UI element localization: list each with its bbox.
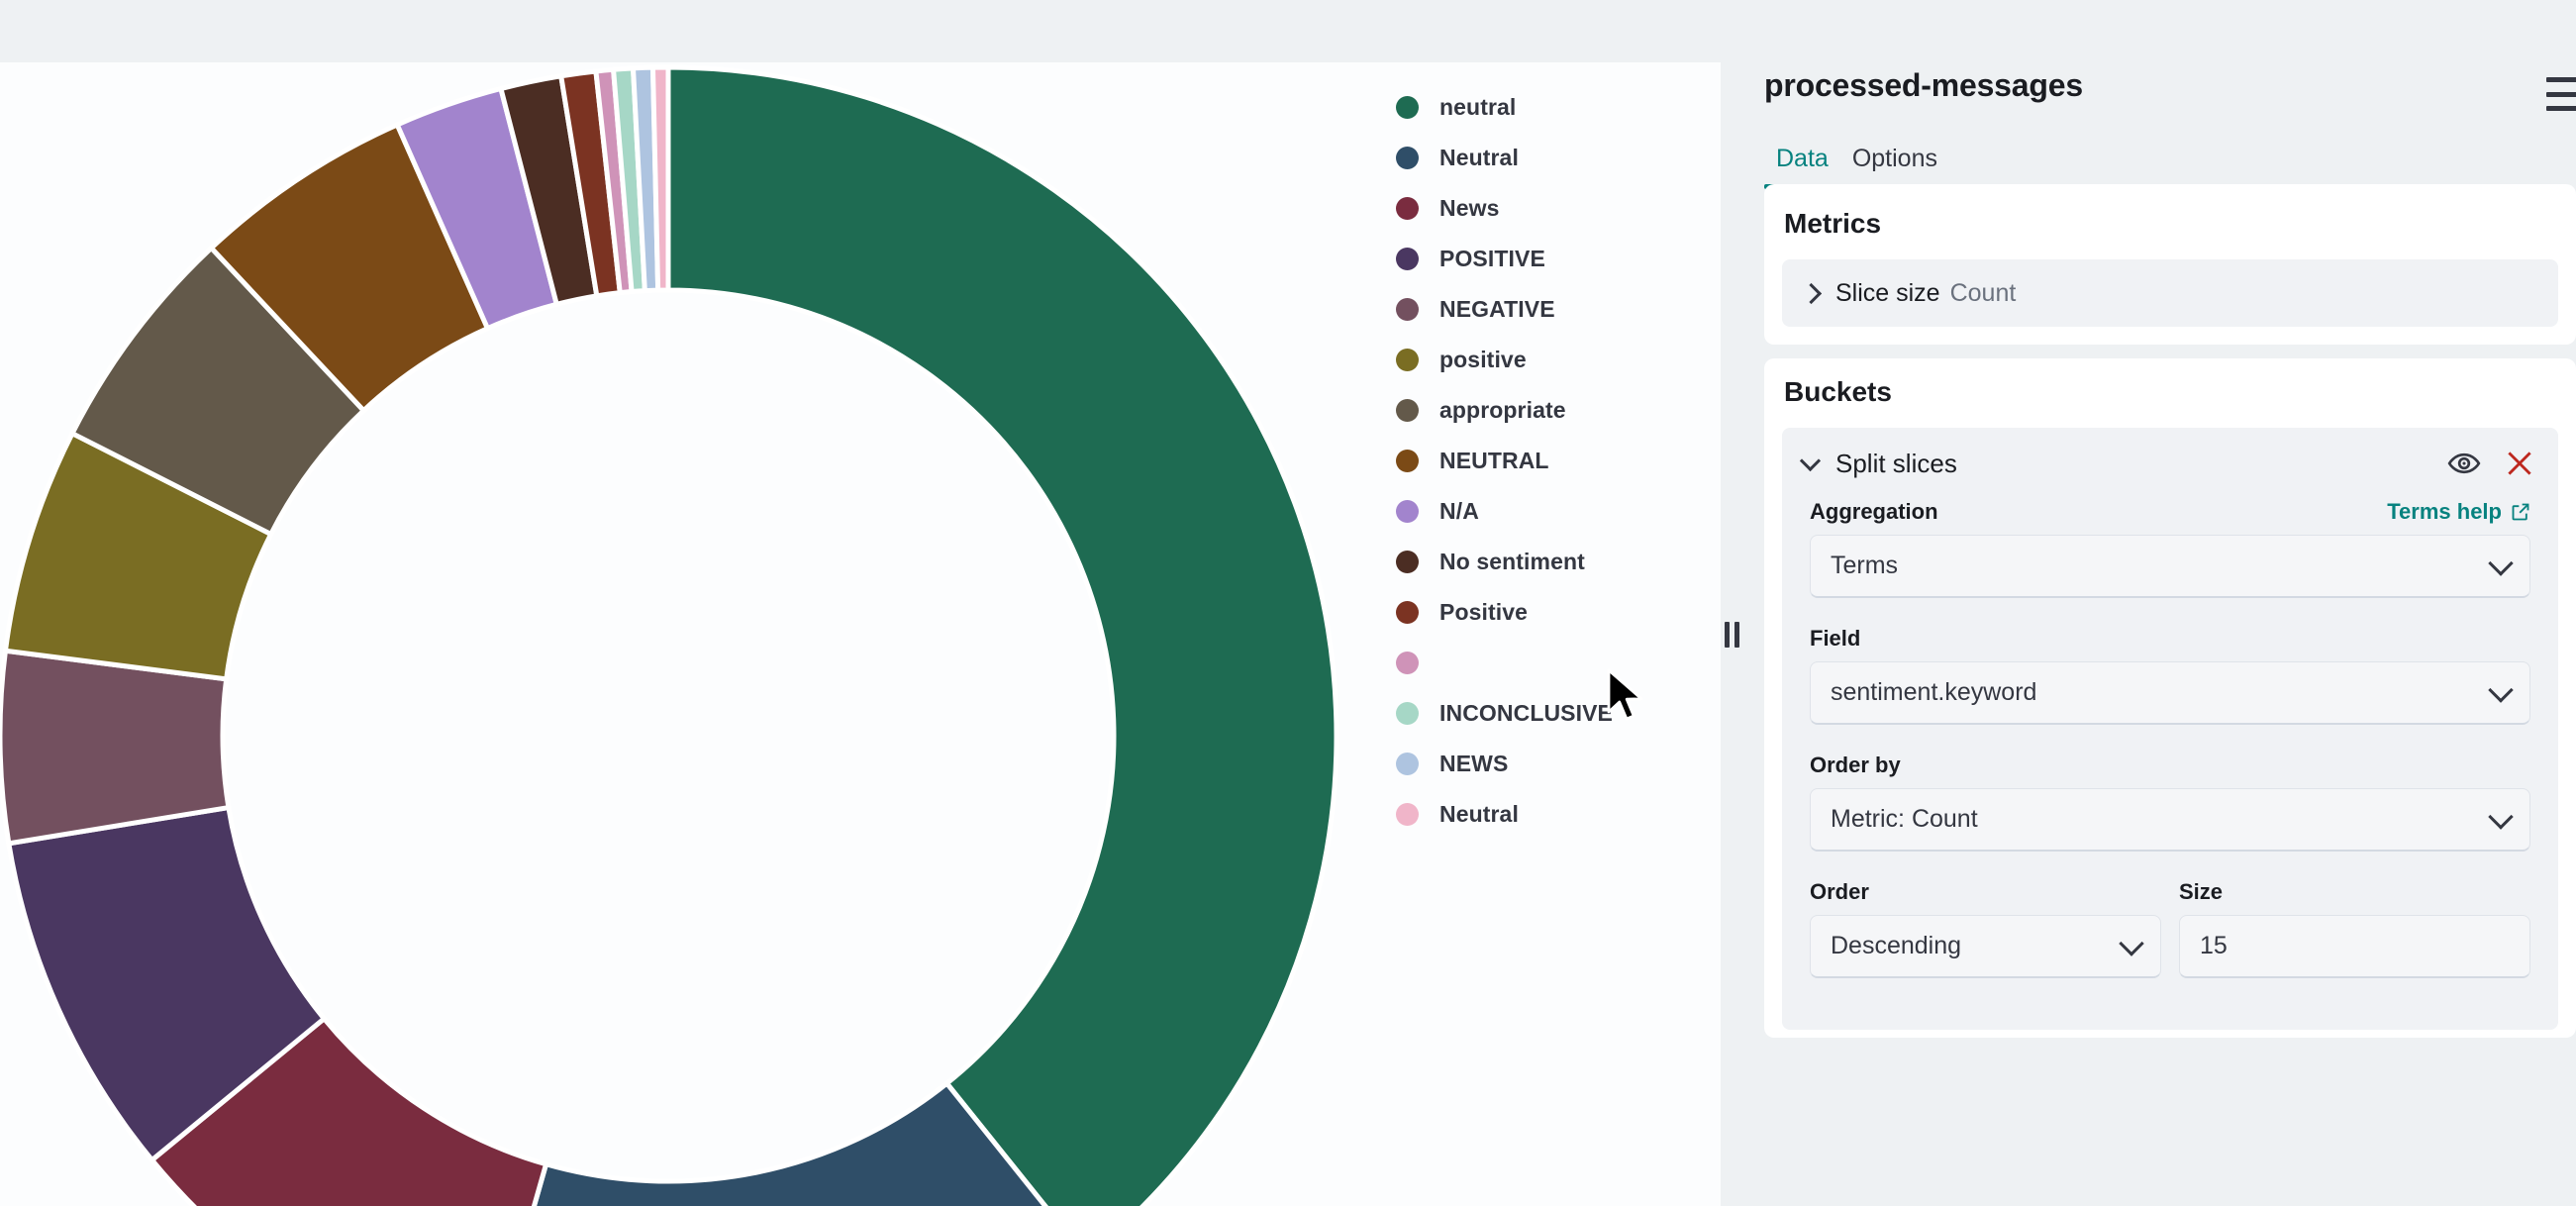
legend-item-label: neutral [1439,94,1516,121]
legend-color-dot [1396,197,1419,220]
kibana-visualize-editor: neutral Neutral News POSITIVE NEGATIVE positi… [0,0,2576,1206]
legend-color-dot [1396,551,1419,573]
legend-item-label: Neutral [1439,145,1519,171]
panel-resize-handle[interactable] [1721,62,1742,1206]
eye-icon[interactable] [2447,447,2481,480]
chevron-down-icon [2488,677,2513,702]
chevron-down-icon[interactable] [1798,451,1824,476]
legend-color-dot [1396,399,1419,422]
terms-help-label: Terms help [2387,499,2502,525]
donut-slice[interactable] [0,651,229,844]
legend-item-label: positive [1439,347,1527,373]
legend-color-dot [1396,601,1419,624]
legend-item-label: N/A [1439,498,1479,525]
visualization-panel: neutral Neutral News POSITIVE NEGATIVE positi… [0,62,1721,1206]
buckets-heading: Buckets [1782,358,2558,428]
legend-item[interactable]: appropriate [1396,385,1713,436]
donut-chart-svg[interactable] [0,23,1396,1206]
legend-item-label: Positive [1439,599,1528,626]
order-label: Order [1810,879,1869,905]
external-link-icon [2511,502,2530,522]
resize-grip-icon [1725,622,1739,648]
tab-options[interactable]: Options [1840,147,1949,189]
field-label: Field [1810,626,1860,652]
legend-item[interactable]: Positive [1396,587,1713,638]
legend-item-label: INCONCLUSIVE [1439,700,1613,727]
chevron-down-icon [2488,551,2513,575]
page-title: processed-messages [1764,67,2576,104]
legend-item-label: appropriate [1439,397,1566,424]
order-value: Descending [1831,932,1961,960]
order-by-value: Metric: Count [1831,805,1978,834]
legend-color-dot [1396,500,1419,523]
legend-item-label: POSITIVE [1439,246,1545,272]
metric-row-value: Count [1950,279,2017,308]
legend-item[interactable]: No sentiment [1396,537,1713,587]
field-select[interactable]: sentiment.keyword [1810,661,2530,725]
split-slices-header[interactable]: Split slices [1782,428,2558,499]
size-value: 15 [2200,932,2228,960]
legend-color-dot [1396,753,1419,775]
legend-item[interactable] [1396,638,1713,688]
metrics-heading: Metrics [1782,184,2558,259]
chevron-down-icon [2488,804,2513,829]
tab-data[interactable]: Data [1764,147,1840,189]
legend-item[interactable]: N/A [1396,486,1713,537]
split-slices-panel: Split slices [1782,428,2558,1030]
legend-item-label: NEUTRAL [1439,448,1549,474]
aggregation-label: Aggregation [1810,499,1938,525]
chevron-right-icon [1798,280,1824,306]
legend-item[interactable]: POSITIVE [1396,234,1713,284]
legend-item[interactable]: positive [1396,335,1713,385]
legend-item-label: NEGATIVE [1439,296,1555,323]
legend-item-label: News [1439,195,1499,222]
order-by-label: Order by [1810,753,1901,778]
legend-color-dot [1396,298,1419,321]
metrics-section: Metrics Slice size Count [1764,184,2576,345]
aggregation-select[interactable]: Terms [1810,535,2530,598]
donut-slice[interactable] [668,67,1337,1206]
legend-color-dot [1396,450,1419,472]
buckets-section: Buckets Split slices [1764,358,2576,1038]
size-input[interactable]: 15 [2179,915,2530,978]
terms-help-link[interactable]: Terms help [2387,499,2530,525]
field-value: sentiment.keyword [1831,678,2036,707]
close-x-icon[interactable] [2503,447,2536,480]
legend-item[interactable]: NEUTRAL [1396,436,1713,486]
legend-item-label: NEWS [1439,751,1508,777]
editor-body: Metrics Slice size Count Buckets Split s… [1764,208,2576,1206]
legend-item[interactable]: INCONCLUSIVE [1396,688,1713,739]
order-select[interactable]: Descending [1810,915,2161,978]
size-label: Size [2179,879,2223,905]
legend-color-dot [1396,147,1419,169]
donut-slice[interactable] [652,67,668,290]
split-slices-title: Split slices [1835,449,1957,479]
editor-header: processed-messages [1742,0,2576,147]
legend-item-label: Neutral [1439,801,1519,828]
legend-item-label: No sentiment [1439,549,1585,575]
aggregation-value: Terms [1831,552,1898,580]
legend-color-dot [1396,96,1419,119]
legend-color-dot [1396,803,1419,826]
legend-color-dot [1396,652,1419,674]
legend-item[interactable]: NEGATIVE [1396,284,1713,335]
legend-item[interactable]: Neutral [1396,789,1713,840]
donut-chart[interactable] [0,62,1381,1206]
metric-slice-size-row[interactable]: Slice size Count [1782,259,2558,327]
hamburger-menu-icon[interactable] [2546,77,2576,111]
chevron-down-icon [2119,931,2143,955]
metric-row-label: Slice size [1835,279,1940,308]
legend-color-dot [1396,702,1419,725]
legend-item[interactable]: NEWS [1396,739,1713,789]
legend-item[interactable]: Neutral [1396,133,1713,183]
order-by-select[interactable]: Metric: Count [1810,788,2530,852]
chart-legend: neutral Neutral News POSITIVE NEGATIVE positi… [1396,82,1713,840]
split-slices-form: Aggregation Terms help Terms [1782,499,2558,1006]
legend-item[interactable]: neutral [1396,82,1713,133]
legend-color-dot [1396,248,1419,270]
legend-color-dot [1396,349,1419,371]
legend-item[interactable]: News [1396,183,1713,234]
